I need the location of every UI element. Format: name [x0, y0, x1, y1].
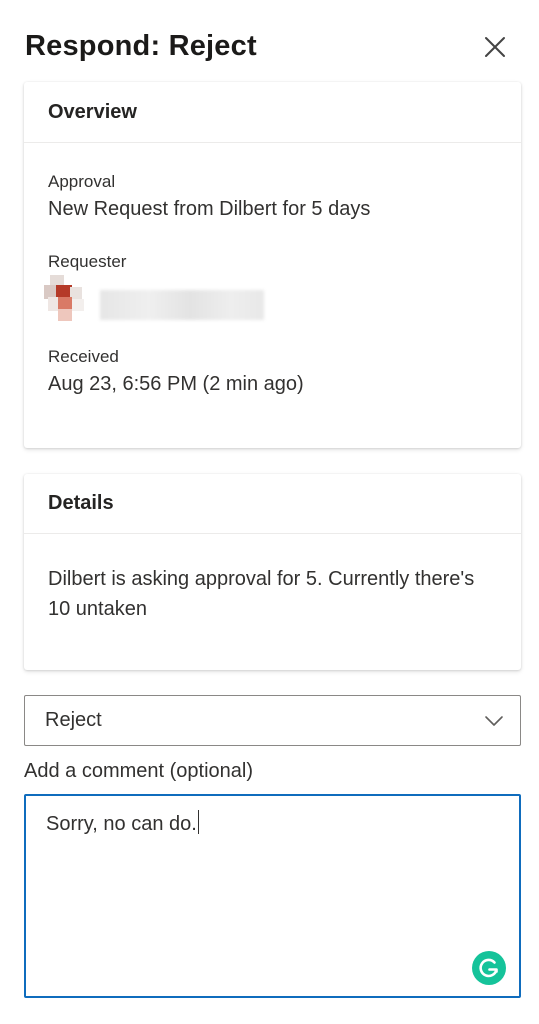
close-button[interactable] — [478, 30, 512, 64]
chevron-down-icon — [483, 710, 505, 732]
avatar — [44, 275, 86, 321]
received-label: Received — [48, 347, 119, 366]
details-card: Details Dilbert is asking approval for 5… — [24, 474, 521, 670]
approval-label: Approval — [48, 172, 116, 191]
approval-value: New Request from Dilbert for 5 days — [48, 198, 371, 220]
details-heading: Details — [24, 474, 521, 534]
requester-name-redacted — [100, 290, 264, 320]
details-text: Dilbert is asking approval for 5. Curren… — [48, 568, 475, 620]
response-selected: Reject — [45, 709, 102, 731]
comment-value: Sorry, no can do. — [46, 813, 197, 835]
comment-label: Add a comment (optional) — [24, 760, 254, 782]
overview-card: Overview Approval New Request from Dilbe… — [24, 82, 521, 448]
received-value: Aug 23, 6:56 PM (2 min ago) — [48, 373, 304, 395]
close-icon — [485, 37, 505, 57]
requester-label: Requester — [48, 252, 127, 271]
respond-panel: Respond: Reject Overview Approval New Re… — [0, 0, 539, 1024]
overview-heading: Overview — [24, 82, 521, 143]
grammarly-button[interactable] — [472, 951, 506, 985]
response-dropdown[interactable]: Reject — [24, 695, 521, 746]
grammarly-icon — [472, 951, 506, 985]
comment-field[interactable]: Sorry, no can do. — [24, 794, 521, 998]
page-title: Respond: Reject — [25, 30, 257, 62]
panel-header: Respond: Reject — [0, 0, 539, 90]
text-cursor — [197, 810, 199, 834]
